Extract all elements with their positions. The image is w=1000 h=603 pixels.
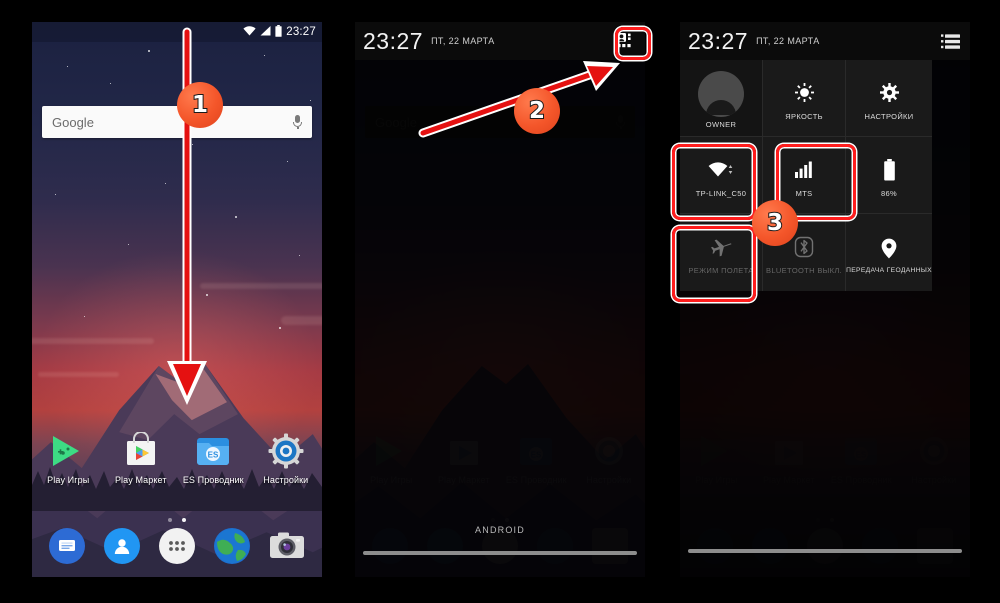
shade-drag-handle[interactable] — [688, 549, 962, 553]
qs-tile-label: MTS — [795, 188, 813, 198]
settings-gear-icon — [879, 80, 899, 106]
notification-list-icon[interactable] — [938, 29, 962, 53]
android-brand-label: ANDROID — [475, 525, 525, 535]
phone-panel-home-screen: 23:27 Google Play Игры Play Маркет ES ES… — [32, 22, 322, 577]
page-dot[interactable] — [167, 518, 172, 522]
app-icon-es-file-explorer[interactable]: ES ES Проводник — [180, 432, 246, 485]
page-dot-active[interactable] — [182, 518, 187, 522]
play-store-icon — [122, 431, 160, 470]
quick-settings-screen: Play Игры Play Маркет ES ES Проводник — [680, 22, 970, 577]
qs-tile-bluetooth[interactable]: BLUETOOTH ВЫКЛ. — [763, 214, 847, 291]
app-label: Настройки — [263, 475, 309, 485]
dock — [32, 523, 322, 569]
wifi-icon — [708, 157, 734, 183]
shade-clock: 23:27 — [688, 27, 749, 54]
qs-tile-settings[interactable]: НАСТРОЙКИ — [846, 60, 932, 137]
quick-settings-grid-icon[interactable] — [613, 29, 637, 53]
shade-drag-handle[interactable] — [363, 551, 637, 555]
app-drawer-icon[interactable] — [158, 528, 195, 564]
location-pin-icon — [881, 235, 897, 261]
notification-shade-screen: Google Play Игры Play Маркет — [355, 22, 645, 577]
user-avatar-icon — [698, 71, 745, 117]
app-label: Play Игры — [47, 475, 90, 485]
battery-icon — [275, 24, 282, 40]
status-bar-clock: 23:27 — [286, 26, 316, 38]
phone-panel-quick-settings: Play Игры Play Маркет ES ES Проводник — [680, 22, 970, 577]
app-icon-play-store[interactable]: Play Маркет — [108, 431, 174, 485]
bluetooth-icon — [794, 234, 814, 260]
svg-text:ES: ES — [208, 451, 219, 460]
qs-tile-label: ПЕРЕДАЧА ГЕОДАННЫХ — [846, 267, 932, 274]
qs-tile-label: 86% — [881, 188, 898, 198]
shade-date: ПТ, 22 МАРТА — [756, 36, 820, 46]
qs-tile-wifi[interactable]: TP-LINK_C50 — [680, 137, 764, 214]
cellular-signal-icon — [794, 157, 814, 183]
screenshot-canvas: 23:27 Google Play Игры Play Маркет ES ES… — [0, 0, 1000, 603]
quick-settings-grid: OWNER ЯРКОСТЬ НАСТРОЙКИ TP-LINK_C50 MTS … — [680, 60, 932, 291]
qs-tile-brightness[interactable]: ЯРКОСТЬ — [763, 60, 847, 137]
search-placeholder: Google — [52, 114, 94, 130]
qs-tile-label: OWNER — [705, 120, 737, 129]
phone-panel-notification-shade: Google Play Игры Play Маркет — [355, 22, 645, 577]
camera-icon[interactable] — [269, 528, 305, 564]
messages-icon[interactable] — [49, 528, 86, 564]
browser-globe-icon[interactable] — [213, 528, 250, 564]
qs-tile-label: BLUETOOTH ВЫКЛ. — [766, 266, 843, 275]
contacts-icon[interactable] — [104, 528, 141, 564]
google-search-bar[interactable]: Google — [42, 106, 312, 138]
qs-tile-location[interactable]: ПЕРЕДАЧА ГЕОДАННЫХ — [846, 214, 932, 291]
app-label: ES Проводник — [182, 475, 244, 485]
es-file-explorer-icon: ES — [194, 432, 232, 470]
signal-icon — [260, 25, 271, 39]
settings-gear-icon — [267, 432, 305, 470]
qs-tile-mobile-network[interactable]: MTS — [763, 137, 847, 214]
shade-clock: 23:27 — [363, 27, 424, 54]
qs-tile-label: НАСТРОЙКИ — [864, 111, 914, 121]
shade-header: 23:27 ПТ, 22 МАРТА — [355, 22, 645, 60]
status-bar: 23:27 — [32, 22, 322, 42]
brightness-sun-icon — [794, 80, 814, 106]
qs-tile-battery[interactable]: 86% — [846, 137, 932, 214]
app-icon-settings[interactable]: Настройки — [253, 432, 319, 485]
app-icon-play-games[interactable]: Play Игры — [35, 432, 101, 485]
shade-date: ПТ, 22 МАРТА — [431, 36, 495, 46]
play-games-icon — [49, 432, 87, 470]
qs-tile-label: РЕЖИМ ПОЛЕТА — [688, 266, 754, 275]
qs-tile-label: TP-LINK_C50 — [695, 188, 747, 198]
airplane-icon — [710, 234, 732, 260]
screen-dim-overlay — [355, 22, 645, 577]
app-row: Play Игры Play Маркет ES ES Проводник На… — [32, 431, 322, 485]
qs-tile-label: ЯРКОСТЬ — [785, 111, 823, 121]
qs-tile-user[interactable]: OWNER — [680, 60, 764, 137]
shade-header: 23:27 ПТ, 22 МАРТА — [680, 22, 970, 60]
wifi-icon — [243, 25, 256, 39]
app-label: Play Маркет — [114, 475, 167, 485]
home-screen: 23:27 Google Play Игры Play Маркет ES ES… — [32, 22, 322, 577]
battery-icon — [883, 157, 896, 183]
microphone-icon[interactable] — [293, 115, 302, 129]
qs-tile-airplane-mode[interactable]: РЕЖИМ ПОЛЕТА — [680, 214, 764, 291]
